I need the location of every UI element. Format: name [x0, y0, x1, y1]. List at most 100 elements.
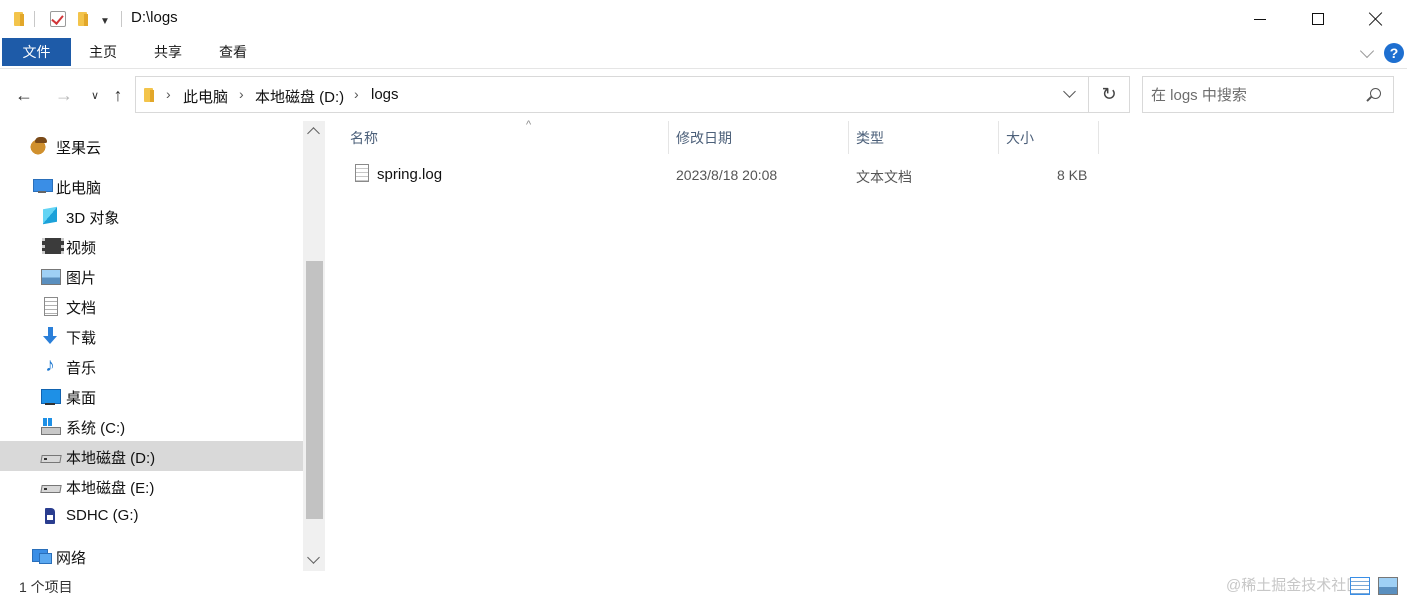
details-view-icon[interactable] — [1350, 577, 1370, 595]
forward-arrow-icon[interactable]: → — [52, 83, 76, 107]
up-arrow-icon[interactable]: ↑ — [106, 83, 130, 107]
this-pc-icon — [32, 176, 53, 196]
table-row[interactable]: spring.log 2023/8/18 20:08 文本文档 8 KB — [351, 159, 1099, 189]
sidebar-item-label: 桌面 — [66, 390, 97, 407]
file-size: 8 KB — [1057, 167, 1088, 183]
scroll-down-chevron-icon[interactable] — [307, 551, 320, 564]
column-header-name[interactable]: 名称 ^ — [350, 119, 668, 154]
system-drive-icon — [40, 416, 61, 436]
navigation-bar: ← → ∨ ↑ › 此电脑 › 本地磁盘 (D:) › logs ↻ — [0, 69, 1407, 121]
sidebar-item-drive-e[interactable]: 本地磁盘 (E:) — [0, 471, 303, 501]
breadcrumb-logs[interactable]: logs — [371, 86, 399, 103]
drive-icon — [40, 476, 60, 496]
music-icon: ♪ — [45, 355, 55, 376]
expand-ribbon-chevron-down-icon[interactable] — [1359, 43, 1375, 59]
sidebar-item-videos[interactable]: 视频 — [0, 231, 303, 261]
sidebar-item-label: 音乐 — [66, 360, 97, 377]
navigation-pane: 坚果云 此电脑 3D 对象 视频 图片 文档 下载 ♪ 音乐 桌面 系统 (C:… — [0, 121, 325, 571]
sidebar-item-jianguoyun[interactable]: 坚果云 — [0, 131, 303, 161]
breadcrumb-drive-d[interactable]: 本地磁盘 (D:) — [255, 86, 344, 107]
sidebar-item-drive-d[interactable]: 本地磁盘 (D:) — [0, 441, 303, 471]
help-icon[interactable]: ? — [1384, 43, 1404, 63]
breadcrumb-chevron-right-icon[interactable]: › — [166, 86, 171, 102]
sidebar-item-this-pc[interactable]: 此电脑 — [0, 171, 303, 201]
sidebar-item-pictures[interactable]: 图片 — [0, 261, 303, 291]
column-divider[interactable] — [998, 121, 999, 154]
file-name: spring.log — [377, 166, 443, 183]
search-input[interactable] — [1151, 84, 1361, 106]
breadcrumb-chevron-right-icon[interactable]: › — [239, 86, 244, 102]
sidebar-item-documents[interactable]: 文档 — [0, 291, 303, 321]
sidebar-item-sdhc-g[interactable]: SDHC (G:) — [0, 501, 303, 531]
tab-home[interactable]: 主页 — [75, 38, 131, 66]
search-icon[interactable] — [1370, 88, 1381, 99]
sidebar-item-downloads[interactable]: 下载 — [0, 321, 303, 351]
sidebar-item-label: 系统 (C:) — [66, 420, 126, 437]
address-bar[interactable]: › 此电脑 › 本地磁盘 (D:) › logs — [135, 76, 1089, 113]
back-arrow-icon[interactable]: ← — [12, 83, 36, 107]
search-box[interactable] — [1142, 76, 1394, 113]
document-icon — [40, 296, 60, 316]
close-icon — [1369, 12, 1383, 26]
refresh-icon: ↻ — [1101, 84, 1117, 104]
sidebar-item-label: 下载 — [66, 330, 97, 347]
tab-view[interactable]: 查看 — [205, 38, 261, 66]
column-header-label: 名称 — [350, 129, 378, 146]
breadcrumb-this-pc[interactable]: 此电脑 — [183, 86, 228, 107]
sidebar-item-label: SDHC (G:) — [66, 507, 139, 524]
address-folder-icon — [142, 87, 156, 103]
sidebar-item-label: 3D 对象 — [66, 210, 120, 227]
sidebar-item-desktop[interactable]: 桌面 — [0, 381, 303, 411]
sidebar-item-drive-c[interactable]: 系统 (C:) — [0, 411, 303, 441]
customize-quick-access-chevron-down-icon[interactable]: ▼ — [100, 11, 110, 31]
text-file-icon — [355, 164, 369, 182]
tab-share[interactable]: 共享 — [140, 38, 196, 66]
close-button[interactable] — [1347, 0, 1405, 38]
column-divider[interactable] — [848, 121, 849, 154]
column-divider[interactable] — [1098, 121, 1099, 154]
sidebar-item-music[interactable]: ♪ 音乐 — [0, 351, 303, 381]
desktop-icon — [40, 386, 61, 406]
minimize-button[interactable] — [1231, 0, 1289, 38]
sidebar-scrollbar[interactable] — [303, 121, 325, 571]
scroll-up-chevron-icon[interactable] — [307, 127, 320, 140]
title-separator — [121, 9, 122, 29]
watermark-text: @稀土掘金技术社区 — [1226, 577, 1362, 594]
column-header-size[interactable]: 大小 — [1006, 121, 1098, 154]
new-folder-icon[interactable] — [76, 9, 90, 29]
quick-access-separator — [34, 9, 35, 29]
tab-file[interactable]: 文件 — [2, 38, 71, 66]
sidebar-item-label: 坚果云 — [56, 140, 102, 157]
drive-icon — [40, 446, 60, 466]
column-header-label: 类型 — [856, 129, 884, 146]
window-title: D:\logs — [131, 9, 178, 26]
minimize-icon — [1254, 18, 1266, 20]
refresh-button[interactable]: ↻ — [1088, 76, 1130, 113]
nut-icon — [30, 136, 50, 156]
sidebar-item-label: 网络 — [56, 550, 87, 567]
column-header-date-modified[interactable]: 修改日期 — [676, 121, 848, 154]
column-header-type[interactable]: 类型 — [856, 121, 998, 154]
address-history-chevron-down-icon[interactable] — [1063, 85, 1076, 98]
large-icons-view-icon[interactable] — [1378, 577, 1398, 595]
sidebar-item-label: 视频 — [66, 240, 97, 257]
file-list: 名称 ^ 修改日期 类型 大小 spring.log 2023/8/18 20:… — [325, 119, 1407, 571]
breadcrumb-chevron-right-icon[interactable]: › — [354, 86, 359, 102]
sidebar-item-3d-objects[interactable]: 3D 对象 — [0, 201, 303, 231]
properties-check-icon[interactable] — [50, 9, 66, 29]
sidebar-item-network[interactable]: 网络 — [0, 541, 303, 571]
column-divider[interactable] — [668, 121, 669, 154]
sidebar-item-label: 本地磁盘 (D:) — [66, 450, 156, 467]
sidebar-item-label: 图片 — [66, 270, 97, 287]
ribbon-tabs: 文件 主页 共享 查看 ? — [0, 38, 1407, 69]
3d-objects-icon — [40, 206, 60, 226]
scrollbar-thumb[interactable] — [306, 261, 323, 519]
status-bar: 1 个项目 @稀土掘金技术社区 — [0, 571, 1407, 601]
network-icon — [31, 546, 52, 566]
download-icon — [40, 326, 60, 346]
maximize-button[interactable] — [1289, 0, 1347, 38]
item-count: 1 个项目 — [19, 579, 73, 595]
recent-locations-chevron-down-icon[interactable]: ∨ — [88, 83, 102, 107]
sidebar-item-label: 此电脑 — [56, 180, 102, 197]
quick-access-folder-icon[interactable] — [12, 9, 26, 29]
